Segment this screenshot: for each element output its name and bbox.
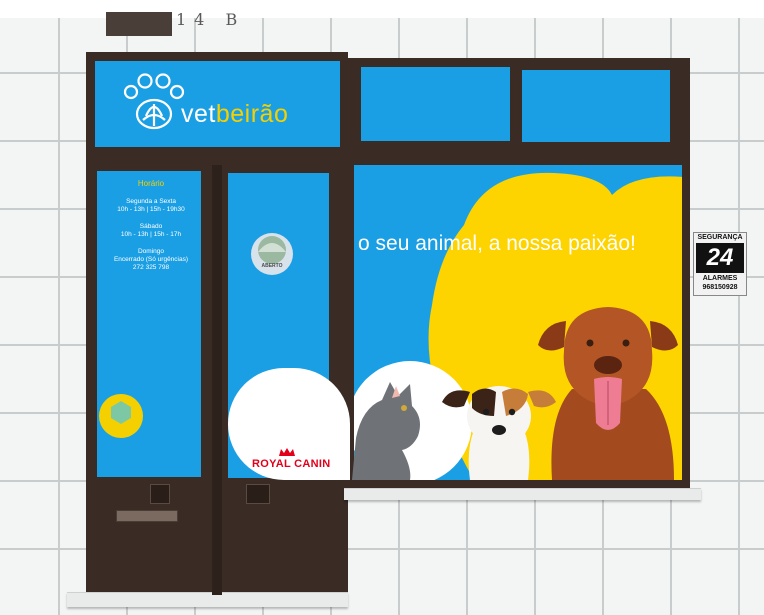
right-door-handle[interactable] bbox=[246, 484, 270, 504]
storefront-scene: 14 B vetbeirão Horário Segunda a Sexta 1… bbox=[0, 0, 764, 615]
brand-name-part1: vet bbox=[181, 100, 216, 128]
hours-sunday: Domingo Encerrado (Só urgências) 272 325… bbox=[104, 248, 198, 272]
weekdays-label: Segunda a Sexta bbox=[126, 198, 176, 205]
hours-weekdays: Segunda a Sexta 10h - 13h | 15h - 19h30 bbox=[104, 198, 198, 214]
door-divider bbox=[212, 165, 222, 595]
brand-name: vetbeirão bbox=[181, 100, 288, 129]
phone-number: 272 325 798 bbox=[132, 264, 170, 271]
hours-title: Horário bbox=[137, 179, 165, 188]
cat-illustration bbox=[352, 382, 420, 480]
big-dog-illustration bbox=[538, 307, 678, 480]
crown-icon bbox=[279, 448, 295, 456]
open-sticker bbox=[251, 233, 293, 275]
brand-name-part2: beirão bbox=[215, 100, 289, 128]
sponsor-logo: ROYAL CANIN bbox=[252, 458, 331, 470]
security-alarm-sign: SEGURANÇA 24 ALARMES 968150928 bbox=[693, 232, 747, 296]
saturday-time: 10h - 13h | 15h - 17h bbox=[120, 231, 182, 238]
left-door-handle[interactable] bbox=[150, 484, 170, 504]
sunday-label: Domingo bbox=[137, 248, 164, 255]
transom-panel-middle bbox=[361, 67, 510, 141]
saturday-label: Sábado bbox=[139, 223, 163, 230]
security-sign-number: 24 bbox=[696, 243, 744, 273]
certification-badge bbox=[99, 394, 143, 438]
slogan: o seu animal, a nossa paixão! bbox=[358, 232, 636, 255]
hours-saturday: Sábado 10h - 13h | 15h - 17h bbox=[104, 223, 198, 239]
transom-panel-right bbox=[522, 70, 670, 142]
window-sill bbox=[344, 488, 701, 500]
security-sign-label: ALARMES bbox=[702, 275, 738, 282]
opening-hours: Horário Segunda a Sexta 10h - 13h | 15h … bbox=[104, 180, 198, 281]
door-sill bbox=[67, 592, 348, 607]
sunday-note: Encerrado (Só urgências) bbox=[113, 256, 189, 263]
paw-logo-icon bbox=[123, 73, 185, 130]
house-number: 14 B bbox=[176, 10, 246, 29]
header-panel bbox=[106, 12, 172, 36]
weekdays-time: 10h - 13h | 15h - 19h30 bbox=[117, 206, 185, 213]
security-sign-phone: 968150928 bbox=[702, 284, 738, 291]
security-sign-top: SEGURANÇA bbox=[697, 234, 743, 241]
open-sticker-label: ABERTO bbox=[261, 263, 283, 269]
mail-slot bbox=[116, 510, 178, 522]
